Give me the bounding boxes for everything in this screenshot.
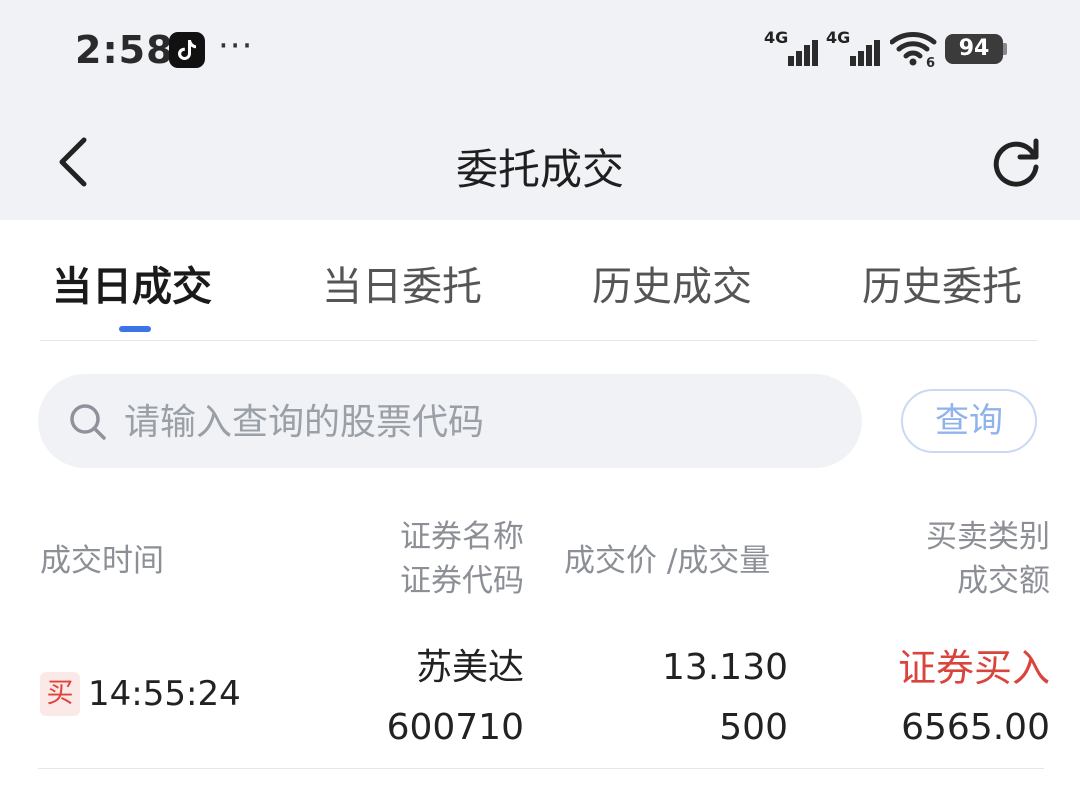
deal-amount: 6565.00	[901, 707, 1050, 748]
battery-level: 94	[958, 36, 990, 61]
refresh-button[interactable]	[988, 135, 1044, 191]
page-title: 委托成交	[455, 145, 624, 194]
tab-bar: 当日成交 当日委托 历史成交 历史委托	[0, 240, 1080, 340]
wifi-icon: 6	[889, 32, 938, 72]
header-amount: 成交额	[957, 563, 1050, 599]
wifi-sub-label: 6	[926, 56, 935, 68]
tab-history-orders[interactable]: 历史委托	[862, 254, 1022, 312]
tab-history-deals[interactable]: 历史成交	[592, 254, 752, 312]
header: 委托成交	[0, 100, 1080, 220]
header-name: 证券名称	[400, 519, 524, 555]
header-time: 成交时间	[40, 543, 164, 579]
security-name: 苏美达	[415, 647, 524, 688]
status-more-dots: ···	[218, 26, 254, 66]
battery-icon: 94	[945, 34, 1003, 64]
search-icon	[70, 404, 106, 440]
header-code: 证券代码	[400, 563, 524, 599]
deal-price: 13.130	[662, 647, 788, 688]
table-row[interactable]: 买 14:55:24 苏美达 600710 13.130 500 证券买入 65…	[0, 628, 1080, 769]
trade-type: 证券买入	[897, 646, 1050, 690]
row-divider	[38, 768, 1044, 769]
header-price-qty: 成交价 /成交量	[564, 543, 771, 579]
tab-today-deals[interactable]: 当日成交	[52, 254, 212, 312]
search-box	[38, 374, 862, 468]
header-name-code: 证券名称 证券代码	[400, 515, 524, 603]
security-code: 600710	[386, 707, 524, 748]
deal-time: 14:55:24	[88, 674, 241, 714]
query-button[interactable]: 查询	[901, 389, 1037, 453]
tiktok-icon	[169, 32, 205, 68]
status-time: 2:58	[75, 28, 174, 72]
buy-badge: 买	[40, 672, 80, 716]
deal-quantity: 500	[719, 707, 788, 748]
battery-tip	[1003, 43, 1007, 55]
divider	[40, 340, 1038, 341]
search-input[interactable]	[124, 394, 824, 450]
tab-today-orders[interactable]: 当日委托	[322, 254, 482, 312]
refresh-icon	[993, 138, 1039, 187]
header-type: 买卖类别	[926, 519, 1050, 555]
status-bar: 2:58 ··· 4G 4G 6 94	[0, 0, 1080, 100]
header-type-amount: 买卖类别 成交额	[926, 515, 1050, 603]
active-tab-indicator	[119, 326, 151, 332]
